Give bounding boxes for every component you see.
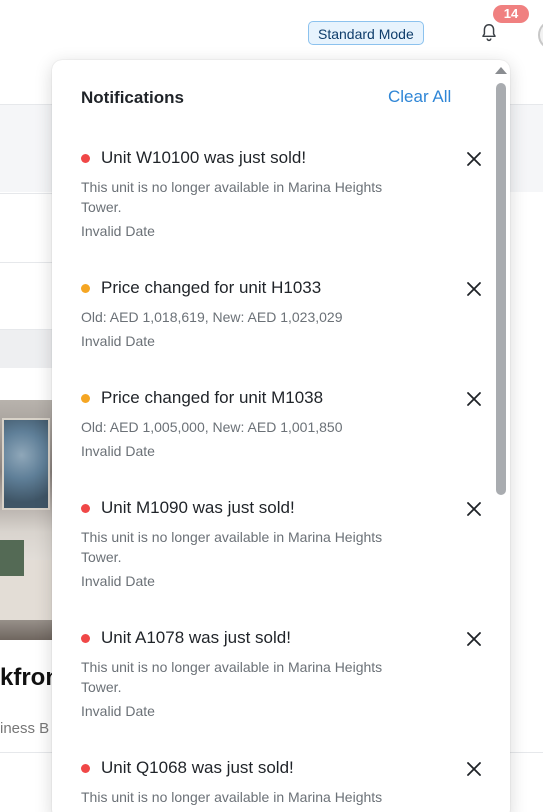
notification-date: Invalid Date <box>81 443 155 459</box>
notification-title: Unit Q1068 was just sold! <box>101 758 294 777</box>
scrollbar[interactable] <box>496 83 506 495</box>
notification-title: Unit A1078 was just sold! <box>101 628 291 647</box>
property-subtitle: iness B <box>0 720 50 737</box>
notifications-title: Notifications <box>81 88 184 107</box>
notification-date: Invalid Date <box>81 703 155 719</box>
status-dot <box>81 154 90 163</box>
notification-title: Price changed for unit M1038 <box>101 388 324 407</box>
status-dot <box>81 394 90 403</box>
mode-badge[interactable]: Standard Mode <box>308 21 424 45</box>
background-row <box>0 262 60 329</box>
background-row <box>0 329 60 368</box>
notifications-header: Notifications Clear All <box>52 60 492 132</box>
background-row <box>0 193 60 262</box>
notification-message: This unit is no longer available in Mari… <box>81 789 383 812</box>
notification-message: Old: AED 1,005,000, New: AED 1,001,850 <box>81 419 343 435</box>
notification-message: This unit is no longer available in Mari… <box>81 659 383 695</box>
notification-date: Invalid Date <box>81 333 155 349</box>
close-icon[interactable] <box>465 390 483 408</box>
avatar[interactable] <box>538 20 543 50</box>
notification-title: Unit W10100 was just sold! <box>101 148 307 167</box>
notification-date: Invalid Date <box>81 573 155 589</box>
property-photo <box>0 400 52 640</box>
notification-count-badge: 14 <box>493 5 529 23</box>
notification-message: This unit is no longer available in Mari… <box>81 529 383 565</box>
status-dot <box>81 504 90 513</box>
close-icon[interactable] <box>465 500 483 518</box>
status-dot <box>81 764 90 773</box>
notification-title: Unit M1090 was just sold! <box>101 498 295 517</box>
property-title: kfron <box>0 664 60 691</box>
chevron-up-icon[interactable] <box>495 67 507 74</box>
notification-message: Old: AED 1,018,619, New: AED 1,023,029 <box>81 309 343 325</box>
notification-title: Price changed for unit H1033 <box>101 278 322 297</box>
close-icon[interactable] <box>465 150 483 168</box>
bell-icon[interactable] <box>478 22 500 44</box>
photo-artwork <box>2 418 50 510</box>
status-dot <box>81 634 90 643</box>
close-icon[interactable] <box>465 280 483 298</box>
photo-pillow <box>0 540 24 576</box>
status-dot <box>81 284 90 293</box>
notification-message: This unit is no longer available in Mari… <box>81 179 383 215</box>
clear-all-button[interactable]: Clear All <box>388 87 451 107</box>
close-icon[interactable] <box>465 630 483 648</box>
notification-date: Invalid Date <box>81 223 155 239</box>
notifications-dropdown: Notifications Clear All Unit W10100 was … <box>52 60 510 812</box>
close-icon[interactable] <box>465 760 483 778</box>
